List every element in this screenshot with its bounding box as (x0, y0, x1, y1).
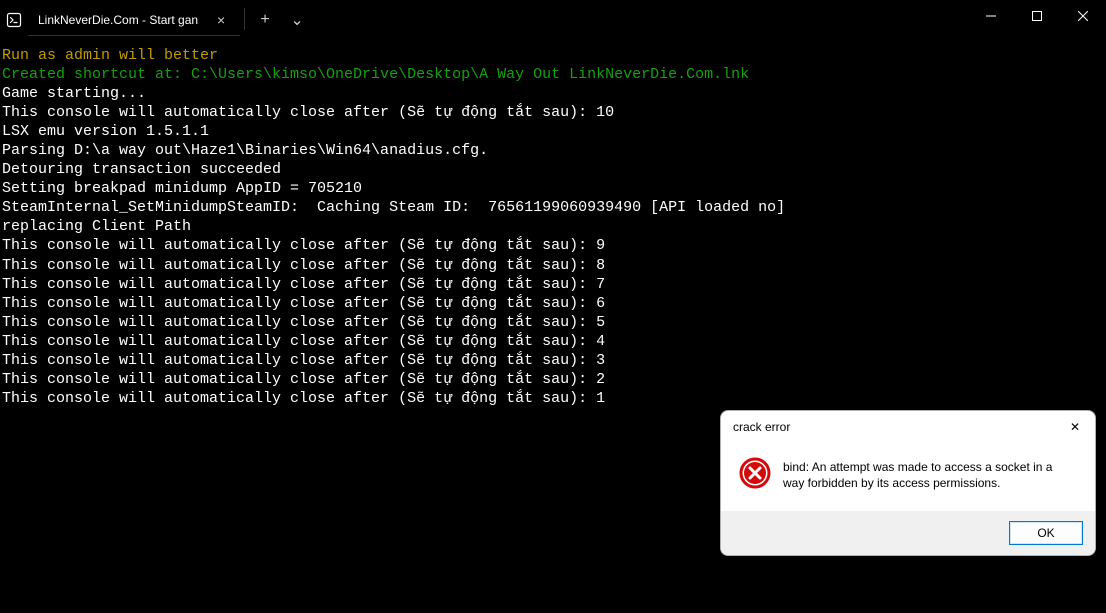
tab-active[interactable]: LinkNeverDie.Com - Start gan × (28, 4, 240, 36)
terminal-line: This console will automatically close af… (2, 103, 1104, 122)
maximize-button[interactable] (1014, 0, 1060, 32)
terminal-line: Created shortcut at: C:\Users\kimso\OneD… (2, 65, 1104, 84)
dialog-close-icon[interactable]: ✕ (1063, 415, 1087, 439)
error-dialog: crack error ✕ bind: An attempt was made … (720, 410, 1096, 556)
new-tab-button[interactable]: + (249, 4, 281, 36)
terminal-line: This console will automatically close af… (2, 332, 1104, 351)
terminal-line: This console will automatically close af… (2, 275, 1104, 294)
dialog-titlebar[interactable]: crack error ✕ (721, 411, 1095, 443)
dialog-title: crack error (733, 420, 1063, 434)
terminal-line: This console will automatically close af… (2, 389, 1104, 408)
terminal-line: SteamInternal_SetMinidumpSteamID: Cachin… (2, 198, 1104, 217)
tab-dropdown-button[interactable]: ⌄ (281, 4, 313, 36)
terminal-line: This console will automatically close af… (2, 256, 1104, 275)
tab-title: LinkNeverDie.Com - Start gan (34, 13, 202, 27)
terminal-line: LSX emu version 1.5.1.1 (2, 122, 1104, 141)
minimize-button[interactable] (968, 0, 1014, 32)
ok-button[interactable]: OK (1009, 521, 1083, 545)
terminal-line: Setting breakpad minidump AppID = 705210 (2, 179, 1104, 198)
tab-close-icon[interactable]: × (212, 11, 230, 29)
terminal-line: Game starting... (2, 84, 1104, 103)
terminal-window: LinkNeverDie.Com - Start gan × + ⌄ Run a… (0, 0, 1106, 613)
dialog-footer: OK (721, 511, 1095, 555)
tab-separator (244, 8, 245, 30)
terminal-line: Run as admin will better (2, 46, 1104, 65)
close-window-button[interactable] (1060, 0, 1106, 32)
terminal-app-icon (0, 0, 28, 40)
terminal-line: This console will automatically close af… (2, 294, 1104, 313)
terminal-line: Detouring transaction succeeded (2, 160, 1104, 179)
terminal-line: This console will automatically close af… (2, 313, 1104, 332)
error-icon (739, 457, 771, 489)
terminal-line: Parsing D:\a way out\Haze1\Binaries\Win6… (2, 141, 1104, 160)
terminal-line: This console will automatically close af… (2, 370, 1104, 389)
dialog-body: bind: An attempt was made to access a so… (721, 443, 1095, 511)
terminal-line: This console will automatically close af… (2, 351, 1104, 370)
terminal-line: This console will automatically close af… (2, 236, 1104, 255)
terminal-line: replacing Client Path (2, 217, 1104, 236)
terminal-output[interactable]: Run as admin will betterCreated shortcut… (0, 40, 1106, 414)
dialog-message: bind: An attempt was made to access a so… (783, 457, 1077, 491)
titlebar[interactable]: LinkNeverDie.Com - Start gan × + ⌄ (0, 0, 1106, 40)
